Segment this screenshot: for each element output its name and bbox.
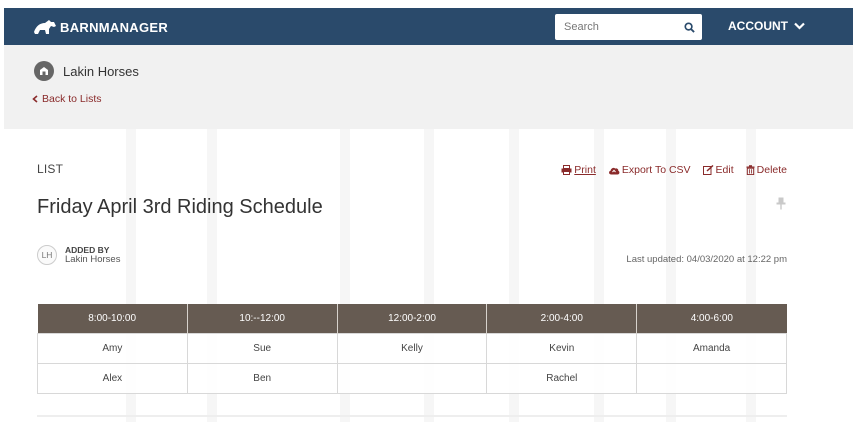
schedule-table: 8:00-10:00 10:--12:00 12:00-2:00 2:00-4:… (37, 304, 787, 394)
last-updated: Last updated: 04/03/2020 at 12:22 pm (626, 254, 787, 265)
added-by-name: Lakin Horses (65, 254, 121, 265)
search-box (555, 14, 702, 40)
trash-icon (746, 165, 755, 175)
column-header: 2:00-4:00 (486, 304, 638, 333)
column-header: 4:00-6:00 (636, 304, 787, 333)
table-cell: Amy (37, 332, 188, 364)
cloud-upload-icon (608, 167, 620, 174)
app-frame: BARNMANAGER ACCOUNT (4, 8, 853, 422)
search-icon (683, 21, 695, 33)
breed-icon (34, 61, 54, 81)
section-label: LIST (37, 162, 64, 176)
chevron-down-icon (794, 22, 805, 30)
print-button[interactable]: Print (561, 164, 596, 176)
table-cell: Kevin (486, 332, 638, 364)
export-label: Export To CSV (621, 164, 691, 176)
pin-button[interactable] (776, 197, 786, 215)
table-header-row: 8:00-10:00 10:--12:00 12:00-2:00 2:00-4:… (37, 304, 787, 333)
table-row: Amy Sue Kelly Kevin Amanda (37, 332, 787, 364)
divider (37, 415, 787, 417)
avatar: LH (37, 245, 57, 265)
edit-icon (702, 165, 714, 175)
breed-heading: Lakin Horses (34, 61, 139, 81)
export-csv-button[interactable]: Export To CSV (608, 164, 691, 176)
back-link-label: Back to Lists (42, 93, 102, 105)
print-label: Print (574, 164, 596, 176)
table-cell (636, 362, 787, 394)
logo[interactable]: BARNMANAGER (32, 17, 168, 37)
print-icon (561, 165, 572, 175)
table-cell: Ben (186, 362, 338, 394)
table-cell: Amanda (636, 332, 787, 364)
edit-button[interactable]: Edit (702, 164, 734, 176)
list-actions: Print Export To CSV Edit Delete (561, 164, 787, 176)
table-row: Alex Ben Rachel (37, 362, 787, 394)
edit-label: Edit (715, 164, 734, 176)
list-detail: LIST Print Export To CSV Edit Delete Fri… (4, 129, 853, 422)
table-cell: Kelly (336, 332, 488, 364)
table-cell: Sue (186, 332, 338, 364)
search-input[interactable] (555, 14, 679, 40)
column-header: 8:00-10:00 (37, 304, 188, 333)
account-menu[interactable]: ACCOUNT (728, 19, 805, 33)
added-by-text: ADDED BY Lakin Horses (65, 245, 120, 265)
pin-icon (776, 197, 786, 210)
navbar: BARNMANAGER ACCOUNT (4, 8, 853, 45)
table-cell: Rachel (486, 362, 638, 394)
chevron-left-icon (32, 95, 38, 103)
logo-text: BARNMANAGER (60, 19, 169, 35)
added-by-block: LH ADDED BY Lakin Horses (37, 245, 120, 265)
column-header: 12:00-2:00 (337, 304, 488, 333)
table-cell: Alex (37, 362, 188, 394)
table-cell (336, 362, 488, 394)
search-button[interactable] (680, 18, 698, 36)
account-label: ACCOUNT (728, 19, 788, 33)
horse-logo-icon (34, 20, 56, 34)
column-header: 10:--12:00 (187, 304, 338, 333)
subheader: Lakin Horses Back to Lists (4, 45, 853, 129)
back-to-lists-link[interactable]: Back to Lists (32, 93, 102, 105)
delete-label: Delete (756, 164, 787, 176)
delete-button[interactable]: Delete (746, 164, 787, 176)
list-title: Friday April 3rd Riding Schedule (37, 196, 323, 218)
breed-name: Lakin Horses (63, 63, 139, 79)
